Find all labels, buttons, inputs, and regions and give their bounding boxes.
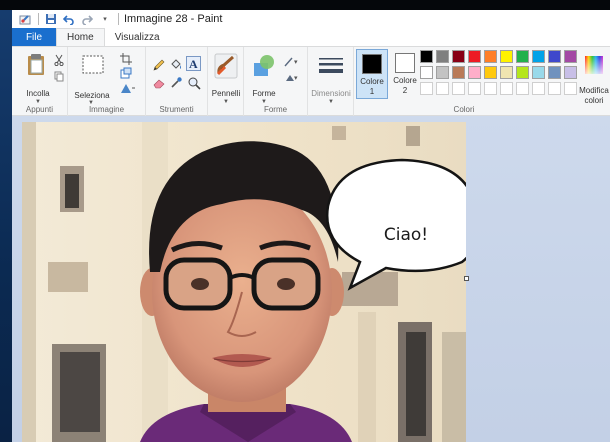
size-button-label[interactable]: Dimensioni xyxy=(308,89,354,98)
palette-swatch[interactable] xyxy=(452,50,465,63)
fill-bucket-icon[interactable] xyxy=(169,58,183,77)
save-icon[interactable] xyxy=(44,12,58,26)
group-label-forme: Forme xyxy=(263,105,288,114)
ribbon-tabs: File Home Visualizza xyxy=(12,28,610,46)
edit-colors-label-line1[interactable]: Modifica xyxy=(574,86,610,95)
palette-swatch[interactable] xyxy=(484,66,497,79)
fill-icon[interactable]: ▾ xyxy=(284,71,302,89)
palette-swatch[interactable] xyxy=(548,66,561,79)
group-pennelli: Pennelli ▼ xyxy=(208,47,244,116)
palette-custom-slot[interactable] xyxy=(468,82,481,95)
photo-image: Ciao! xyxy=(22,122,466,442)
tab-home[interactable]: Home xyxy=(56,28,105,46)
palette-swatch[interactable] xyxy=(548,50,561,63)
paste-icon[interactable] xyxy=(26,53,48,82)
palette-swatch[interactable] xyxy=(468,50,481,63)
group-strumenti: A Strumenti xyxy=(146,47,208,116)
palette-swatch[interactable] xyxy=(564,66,577,79)
group-dimensioni: Dimensioni ▼ xyxy=(308,47,354,116)
undo-icon[interactable] xyxy=(62,12,76,26)
group-appunti: Incolla ▼ Appunti xyxy=(12,47,68,116)
palette-custom-slot[interactable] xyxy=(436,82,449,95)
group-colori: Colore 1 Colore 2 Modifica colori Colori xyxy=(354,47,610,116)
color1-swatch xyxy=(362,54,382,74)
customize-toolbar-icon[interactable]: ▾ xyxy=(98,12,112,26)
brushes-button-label[interactable]: Pennelli xyxy=(208,89,244,98)
group-label-immagine: Immagine xyxy=(88,105,125,114)
size-icon[interactable] xyxy=(318,56,344,81)
color2-label: Colore xyxy=(393,76,417,85)
speech-bubble-text: Ciao! xyxy=(384,225,428,245)
eraser-icon[interactable] xyxy=(152,76,166,94)
palette-swatch[interactable] xyxy=(516,50,529,63)
color1-label: Colore xyxy=(360,77,384,86)
group-forme: ▾ ▾ Forme ▼ Forme xyxy=(244,47,308,116)
color2-swatch xyxy=(395,53,415,73)
group-label-colori: Colori xyxy=(453,105,475,114)
color2-selector[interactable]: Colore 2 xyxy=(390,49,420,99)
palette-custom-slot[interactable] xyxy=(452,82,465,95)
title-bar: ▾ Immagine 28 - Paint xyxy=(12,10,610,28)
paint-app-icon[interactable] xyxy=(18,12,32,26)
magnifier-icon[interactable] xyxy=(187,76,201,95)
screen-top-strip xyxy=(0,0,610,10)
palette-custom-slot[interactable] xyxy=(516,82,529,95)
color1-number: 1 xyxy=(369,87,375,96)
palette-swatch[interactable] xyxy=(516,66,529,79)
palette-swatch[interactable] xyxy=(468,66,481,79)
palette-custom-slot[interactable] xyxy=(548,82,561,95)
palette-swatch[interactable] xyxy=(436,50,449,63)
palette-swatch[interactable] xyxy=(436,66,449,79)
color2-number: 2 xyxy=(402,86,408,95)
color-picker-icon[interactable] xyxy=(169,76,183,95)
palette-swatch[interactable] xyxy=(500,66,513,79)
svg-text:▾: ▾ xyxy=(294,75,298,82)
palette-custom-slot[interactable] xyxy=(532,82,545,95)
shapes-button-label[interactable]: Forme xyxy=(244,89,284,98)
tab-visualizza[interactable]: Visualizza xyxy=(105,28,170,46)
brushes-dropdown-icon[interactable]: ▼ xyxy=(223,99,229,105)
window-title: Immagine 28 - Paint xyxy=(124,13,223,25)
color1-selector[interactable]: Colore 1 xyxy=(356,49,388,99)
palette-swatch[interactable] xyxy=(532,66,545,79)
pencil-icon[interactable] xyxy=(152,58,166,77)
palette-swatch[interactable] xyxy=(484,50,497,63)
redo-icon[interactable] xyxy=(80,12,94,26)
shapes-icon[interactable] xyxy=(252,53,276,84)
palette-swatch[interactable] xyxy=(420,66,433,79)
palette-swatch[interactable] xyxy=(564,50,577,63)
select-icon[interactable] xyxy=(82,55,104,80)
canvas-resize-handle-right[interactable] xyxy=(464,276,469,281)
tab-file[interactable]: File xyxy=(12,28,56,46)
paint-window: ▾ Immagine 28 - Paint File Home Visualiz… xyxy=(12,10,610,442)
title-separator xyxy=(38,13,39,25)
text-tool-icon[interactable]: A xyxy=(186,56,201,71)
brushes-icon[interactable] xyxy=(214,53,238,84)
group-immagine: Seleziona ▼ Immagine xyxy=(68,47,146,116)
title-separator xyxy=(118,13,119,25)
select-button-label[interactable]: Seleziona xyxy=(72,91,112,100)
palette-custom-slot[interactable] xyxy=(500,82,513,95)
desktop-background xyxy=(0,10,12,442)
size-dropdown-icon[interactable]: ▼ xyxy=(328,99,334,105)
paste-button-label[interactable]: Incolla xyxy=(20,89,56,98)
edit-colors-label-line2[interactable]: colori xyxy=(574,96,610,105)
group-label-appunti: Appunti xyxy=(25,105,54,114)
palette-custom-slot[interactable] xyxy=(420,82,433,95)
svg-text:A: A xyxy=(189,57,198,70)
svg-text:▾: ▾ xyxy=(294,59,298,66)
palette-swatch[interactable] xyxy=(532,50,545,63)
canvas-workspace[interactable]: Ciao! xyxy=(12,116,610,442)
palette-swatch[interactable] xyxy=(452,66,465,79)
edit-colors-icon[interactable] xyxy=(584,55,604,80)
palette-custom-slot[interactable] xyxy=(484,82,497,95)
drawing-canvas[interactable]: Ciao! xyxy=(22,122,466,442)
palette-swatch[interactable] xyxy=(420,50,433,63)
rotate-icon[interactable] xyxy=(120,81,136,99)
group-label-strumenti: Strumenti xyxy=(159,105,194,114)
ribbon: Incolla ▼ Appunti Seleziona ▼ Immagine A… xyxy=(12,46,610,116)
palette-swatch[interactable] xyxy=(500,50,513,63)
copy-icon[interactable] xyxy=(54,69,64,87)
